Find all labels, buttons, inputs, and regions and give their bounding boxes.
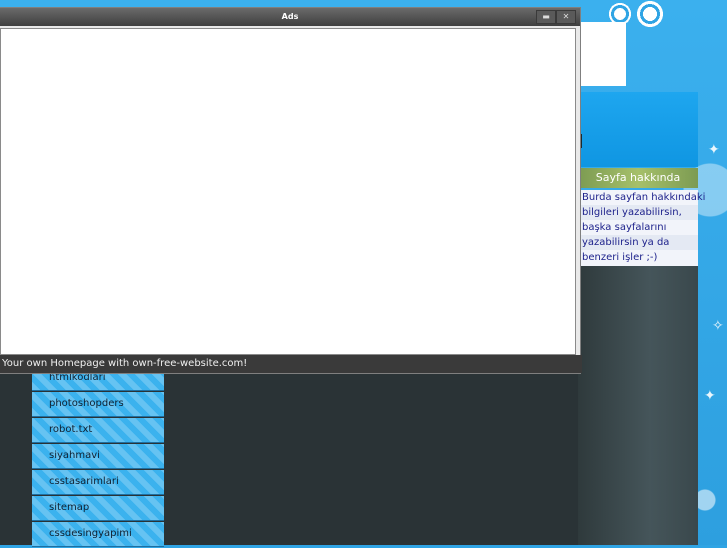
- star-decoration: ✦: [704, 388, 716, 404]
- nav-item-siyahmavi[interactable]: siyahmavi: [32, 444, 164, 469]
- star-decoration: ✦: [708, 142, 720, 158]
- window-controls: ▬ ✕: [536, 10, 576, 24]
- ads-popup-window: Ads ▬ ✕ Your own Homepage with own-free-…: [0, 8, 582, 373]
- sidebar-text: başka sayfalarını: [582, 222, 667, 233]
- star-decoration: ✧: [712, 318, 724, 334]
- close-icon[interactable]: ✕: [556, 10, 576, 24]
- ads-content-area[interactable]: [0, 28, 576, 355]
- sidebar-dark-panel: [578, 266, 698, 545]
- ads-footer-link[interactable]: Your own Homepage with own-free-website.…: [0, 355, 582, 373]
- nav-item-csstasarimlari[interactable]: csstasarimlari: [32, 470, 164, 495]
- minimize-icon[interactable]: ▬: [536, 10, 556, 24]
- sidebar-text: yazabilirsin ya da: [578, 235, 698, 250]
- sidebar-text: bilgileri yazabilirsin,: [578, 205, 698, 220]
- sidebar-text: Burda sayfan hakkındaki: [582, 192, 706, 203]
- nav-item-robot-txt[interactable]: robot.txt: [32, 418, 164, 443]
- nav-item-sitemap[interactable]: sitemap: [32, 496, 164, 521]
- sidebar-content: Burda sayfan hakkındaki bilgileri yazabi…: [578, 190, 706, 267]
- site-navigation: htmlkodlari photoshopders robot.txt siya…: [32, 366, 164, 548]
- nav-item-photoshopders[interactable]: photoshopders: [32, 392, 164, 417]
- header-banner: [578, 92, 698, 167]
- nav-item-cssdesingyapimi[interactable]: cssdesingyapimi: [32, 522, 164, 547]
- sidebar-text: benzeri işler ;-): [582, 252, 658, 263]
- ads-title: Ads: [281, 12, 299, 21]
- header-image: [578, 22, 626, 86]
- sidebar-title: Sayfa hakkında: [578, 168, 698, 188]
- ads-titlebar[interactable]: Ads ▬ ✕: [0, 8, 580, 26]
